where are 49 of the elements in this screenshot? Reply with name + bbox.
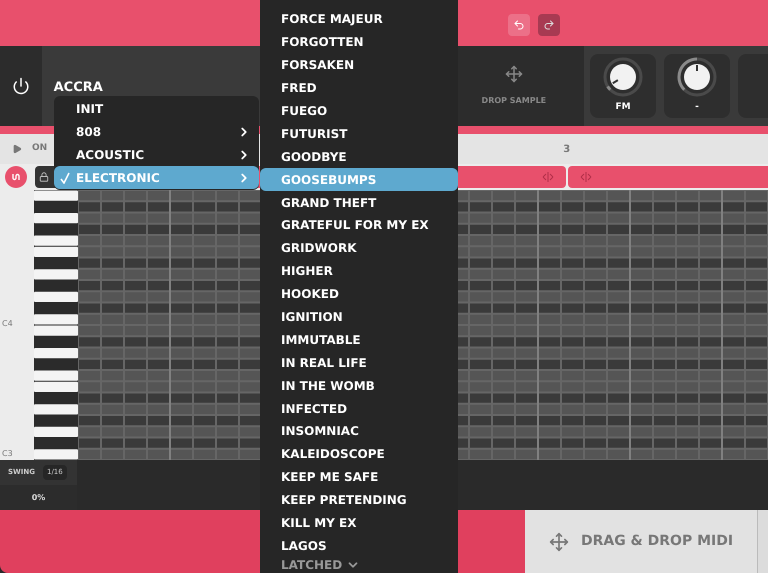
preset-item[interactable]: GRAND THEFT (260, 191, 458, 214)
move-icon (504, 65, 523, 83)
menu-item[interactable]: 808 (54, 120, 259, 143)
resize-handle-icon (542, 172, 554, 182)
undo-button[interactable] (508, 14, 530, 36)
knob-label: FM (615, 101, 631, 114)
redo-button[interactable] (538, 14, 560, 36)
preset-item[interactable]: INSOMNIAC (260, 420, 458, 443)
preset-item[interactable]: IMMUTABLE (260, 328, 458, 352)
bar-number: 3 (563, 142, 570, 156)
preset-item[interactable]: HOOKED (260, 282, 458, 306)
loop-icon (11, 172, 21, 182)
knob[interactable] (677, 57, 718, 98)
preset-item[interactable]: KEEP PRETENDING (260, 488, 458, 512)
preset-item[interactable]: IN THE WOMB (260, 374, 458, 398)
loop-button[interactable] (5, 166, 27, 188)
preset-item[interactable]: LAGOS (260, 534, 458, 558)
instrument-name: ACCRA (54, 79, 103, 97)
preset-item[interactable]: INFECTED (260, 397, 458, 420)
note-label: C3 (2, 448, 13, 460)
redo-icon (543, 19, 555, 31)
note-label: C4 (2, 318, 13, 330)
preset-item[interactable]: KEEP ME SAFE (260, 466, 458, 489)
resize-handle-icon (580, 172, 592, 182)
preset-item[interactable]: LATCHED (281, 556, 342, 573)
preset-item[interactable]: HIGHER (260, 260, 458, 283)
power-icon (12, 77, 30, 95)
check-icon (60, 172, 70, 184)
preset-item[interactable]: GRIDWORK (260, 236, 458, 260)
clip-region[interactable] (568, 166, 768, 188)
preset-item[interactable]: KILL MY EX (260, 512, 458, 534)
menu-item[interactable]: ACOUSTIC (54, 143, 259, 166)
swing-value[interactable]: 0% (0, 485, 77, 510)
play-icon (12, 144, 22, 154)
on-label[interactable]: ON (32, 142, 48, 156)
preset-item[interactable]: GOODBYE (260, 145, 458, 168)
lock-icon (39, 172, 49, 182)
power-button[interactable] (0, 46, 42, 126)
move-icon (548, 532, 569, 552)
preset-item[interactable]: FORCE MAJEUR (260, 8, 458, 31)
preset-item[interactable]: GRATEFUL FOR MY EX (260, 214, 458, 237)
knob-label: - (695, 101, 699, 114)
undo-icon (513, 19, 525, 31)
preset-item[interactable]: KALEIDOSCOPE (260, 442, 458, 466)
side-panel (757, 510, 768, 573)
menu-item[interactable]: INIT (54, 97, 259, 120)
preset-item[interactable]: IN REAL LIFE (260, 351, 458, 374)
knob[interactable] (603, 57, 644, 98)
preset-item[interactable]: IGNITION (260, 306, 458, 328)
